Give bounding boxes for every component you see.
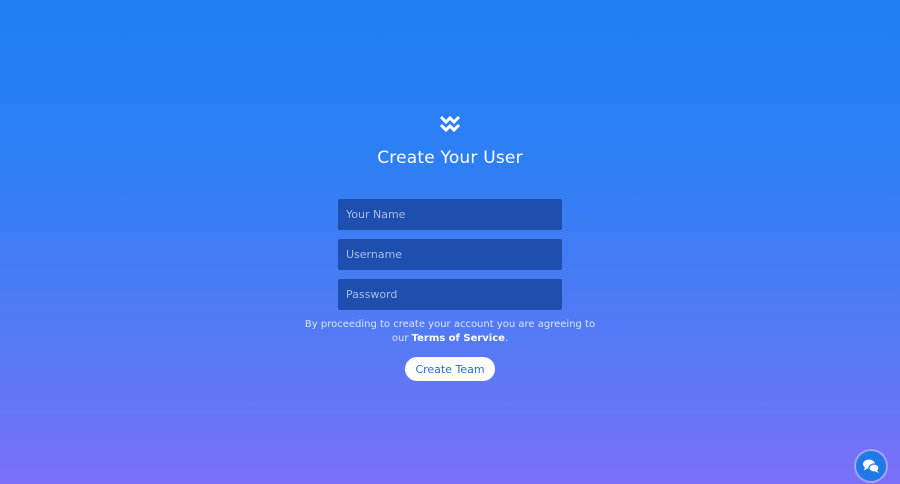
double-chevron-logo-icon [439, 115, 461, 133]
name-input[interactable] [338, 199, 562, 230]
terms-suffix-text: . [504, 333, 509, 344]
chat-widget-button[interactable] [856, 451, 886, 481]
logo [439, 114, 461, 134]
page-title: Create Your User [377, 148, 523, 168]
chat-bubbles-icon [863, 459, 880, 473]
create-team-button[interactable]: Create Team [405, 357, 495, 381]
terms-of-service-link[interactable]: Terms of Service [412, 333, 505, 344]
password-input[interactable] [338, 279, 562, 310]
terms-notice: By proceeding to create your account you… [300, 318, 600, 346]
username-input[interactable] [338, 239, 562, 270]
